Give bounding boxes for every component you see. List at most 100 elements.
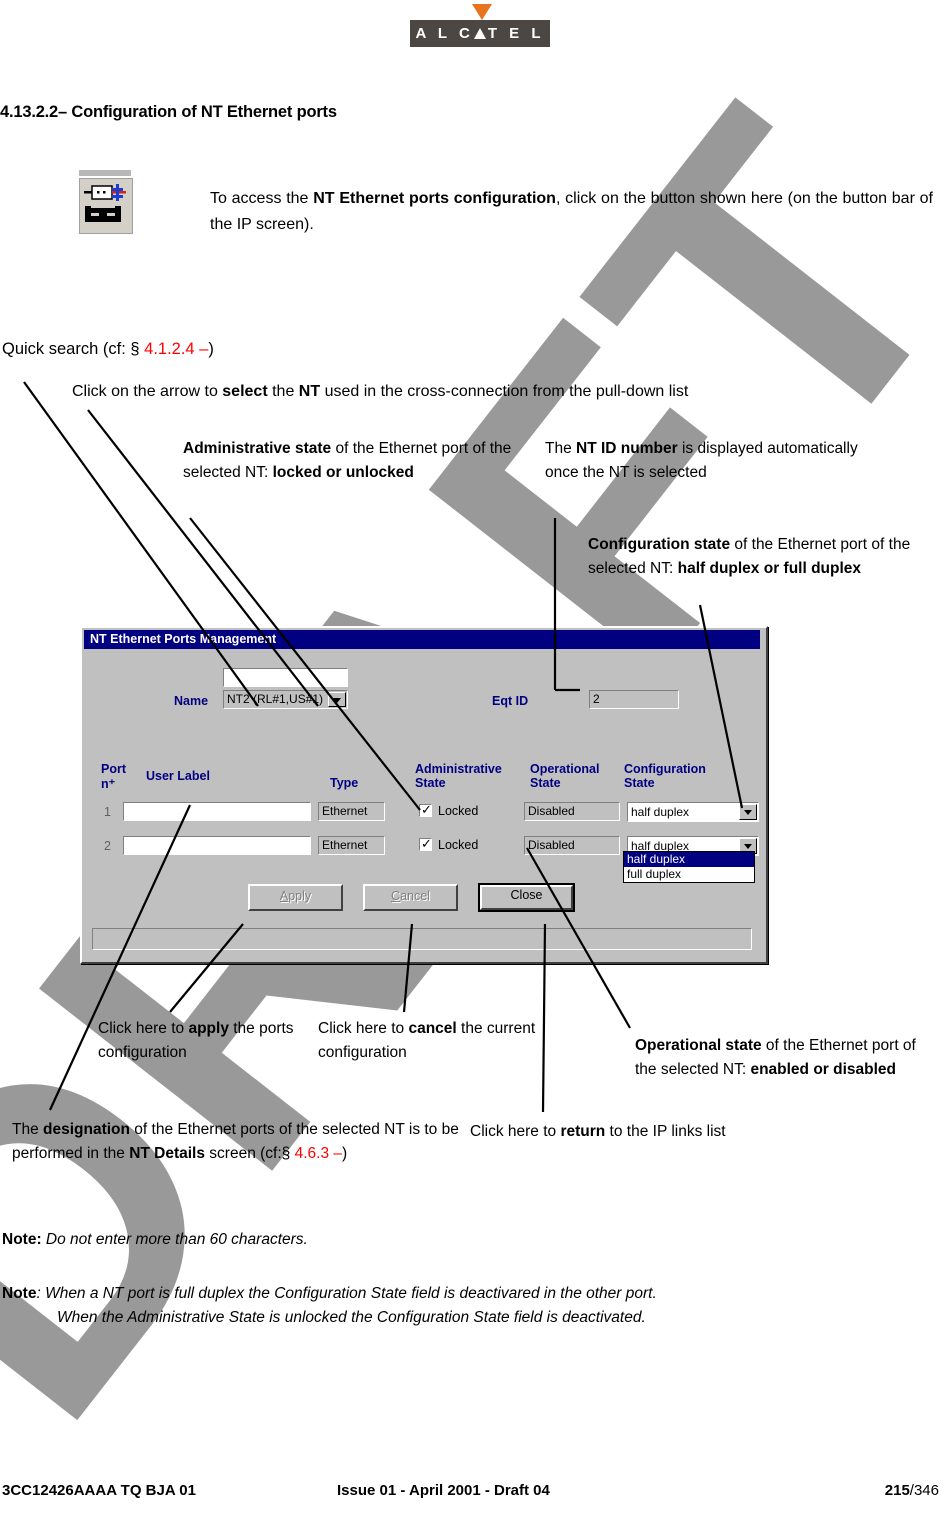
row1-port-number: 1 (104, 805, 111, 819)
callout-cancel-bold1: cancel (408, 1020, 457, 1037)
close-button-label: Close (480, 885, 573, 910)
row1-admin-state-checkbox[interactable]: ✓ (419, 804, 432, 817)
note-2-line1: : When a NT port is full duplex the Conf… (36, 1285, 657, 1302)
alcatel-logo: A L CT E L (410, 4, 550, 50)
cancel-button-label-rest: ancel (400, 889, 430, 903)
callout-design-bold1: designation (43, 1121, 130, 1138)
apply-button-label-rest: pply (288, 889, 312, 903)
callout-select-text2: the (267, 383, 299, 400)
apply-button[interactable]: Apply (248, 884, 343, 911)
callout-oper-bold2: enabled or disabled (750, 1060, 897, 1078)
row2-port-number: 2 (104, 839, 111, 853)
eqt-id-value: 2 (589, 690, 679, 709)
note-2-label: Note (2, 1285, 37, 1302)
callout-design-bold2: NT Details (129, 1144, 205, 1162)
callout-design-text4: ) (342, 1144, 348, 1162)
callout-apply-text1: Click here to (98, 1020, 189, 1037)
cancel-button[interactable]: Cancel (363, 884, 458, 911)
note-2: Note: When a NT port is full duplex the … (2, 1282, 922, 1330)
callout-select-text3: used in the cross-connection from the pu… (320, 383, 689, 400)
callout-config-bold1: Configuration state (588, 536, 731, 553)
header-operational-state-line2: State (530, 776, 561, 790)
row2-type-value: Ethernet (318, 836, 385, 855)
logo-wordmark: A L CT E L (415, 25, 545, 42)
callout-select-text1: Click on the arrow to (72, 383, 223, 400)
intro-paragraph: To access the NT Ethernet ports configur… (210, 186, 933, 238)
callout-return-button: Click here to return to the IP links lis… (470, 1120, 770, 1144)
header-configuration-state-line2: State (624, 776, 655, 790)
callout-apply-button: Click here to apply the ports configurat… (98, 1017, 313, 1064)
callout-design-text3: screen (cf:§ (205, 1144, 295, 1162)
dialog-titlebar: NT Ethernet Ports Management (84, 630, 760, 649)
callout-select-bold2: NT (298, 383, 321, 400)
note-1: Note: Do not enter more than 60 characte… (2, 1228, 902, 1252)
nt-ethernet-ports-management-dialog: NT Ethernet Ports Management Name NT2 (R… (80, 626, 768, 964)
header-configuration-state-line1: Configuration (624, 762, 706, 776)
callout-return-text2: to the IP links list (605, 1123, 726, 1140)
intro-text-bold: NT Ethernet ports configuration (313, 190, 556, 207)
callout-cancel-button: Click here to cancel the current configu… (318, 1017, 548, 1064)
row2-user-label-input[interactable] (123, 836, 311, 855)
name-combo-dropdown-arrow-icon[interactable] (328, 692, 346, 707)
quick-search-prefix: Quick search (cf: § (2, 340, 145, 358)
note-1-text: Do not enter more than 60 characters. (41, 1231, 308, 1248)
logo-triangle-icon (472, 4, 492, 20)
nt-ethernet-ports-toolbar-button-image (75, 170, 135, 234)
row2-operational-state-value: Disabled (524, 836, 620, 855)
dropdown-option-full-duplex[interactable]: full duplex (624, 867, 754, 882)
dialog-statusbar (92, 928, 752, 950)
row1-user-label-input[interactable] (123, 802, 311, 821)
note-1-label: Note: (2, 1231, 42, 1248)
header-user-label: User Label (146, 769, 210, 783)
name-label: Name (174, 694, 209, 708)
row1-admin-state-label: Locked (438, 804, 479, 818)
eqt-id-label: Eqt ID (492, 694, 529, 708)
page-footer: 3CC12426AAAA TQ BJA 01 Issue 01 - April … (0, 1482, 943, 1506)
section-heading: 4.13.2.2– Configuration of NT Ethernet p… (0, 103, 337, 121)
callout-nt-id-number: The NT ID number is displayed automatica… (545, 437, 875, 484)
document-page: DRAFT A L CT E L 4.13.2.2– Configuration… (0, 0, 943, 1527)
dropdown-option-half-duplex[interactable]: half duplex (624, 852, 754, 867)
callout-design-reference-link[interactable]: 4.6.3 – (295, 1145, 342, 1162)
cancel-button-mnemonic: C (391, 889, 401, 903)
apply-button-mnemonic: A (279, 889, 289, 903)
row2-admin-state-label: Locked (438, 838, 479, 852)
callout-administrative-state: Administrative state of the Ethernet por… (183, 437, 513, 484)
quick-search-reference-link[interactable]: 4.1.2.4 – (144, 340, 208, 358)
intro-text-before: To access the (210, 190, 314, 207)
callout-select-nt: Click on the arrow to select the NT used… (72, 380, 872, 404)
callout-ntid-text1: The (545, 440, 577, 457)
callout-designation: The designation of the Ethernet ports of… (12, 1118, 462, 1165)
name-edit-field[interactable] (223, 668, 348, 687)
footer-doc-id: 3CC12426AAAA TQ BJA 01 (2, 1482, 196, 1499)
callout-return-bold1: return (560, 1123, 606, 1140)
header-administrative-state-line1: Administrative (415, 762, 502, 776)
configuration-state-dropdown-list[interactable]: half duplex full duplex (623, 851, 755, 883)
callout-operational-state: Operational state of the Ethernet port o… (635, 1034, 935, 1081)
callout-configuration-state: Configuration state of the Ethernet port… (588, 533, 940, 580)
callout-apply-bold1: apply (188, 1020, 229, 1037)
header-port-sub: n⁺ (101, 777, 116, 791)
header-operational-state-line1: Operational (530, 762, 600, 776)
callout-select-bold1: select (222, 383, 268, 400)
row1-type-value: Ethernet (318, 802, 385, 821)
row1-configuration-dropdown-arrow-icon[interactable] (739, 804, 757, 820)
note-2-line2: When the Administrative State is unlocke… (57, 1309, 646, 1326)
callout-config-bold2: half duplex or full duplex (677, 559, 862, 577)
close-button[interactable]: Close (478, 883, 575, 912)
nt-ethernet-icon (84, 184, 126, 222)
callout-admin-bold1: Administrative state (183, 440, 332, 457)
quick-search-suffix: ) (208, 340, 214, 358)
footer-page-total: 346 (913, 1482, 939, 1499)
callout-oper-bold1: Operational state (635, 1037, 762, 1054)
header-type: Type (330, 776, 359, 790)
footer-page-current: 215 (884, 1482, 910, 1499)
header-port: Port (101, 762, 126, 776)
quick-search-line: Quick search (cf: § 4.1.2.4 –) (2, 340, 214, 359)
row1-operational-state-value: Disabled (524, 802, 620, 821)
footer-issue-info: Issue 01 - April 2001 - Draft 04 (337, 1482, 550, 1499)
callout-cancel-text1: Click here to (318, 1020, 409, 1037)
callout-return-text1: Click here to (470, 1123, 561, 1140)
row2-admin-state-checkbox[interactable]: ✓ (419, 838, 432, 851)
callout-admin-bold2: locked or unlocked (272, 463, 414, 481)
